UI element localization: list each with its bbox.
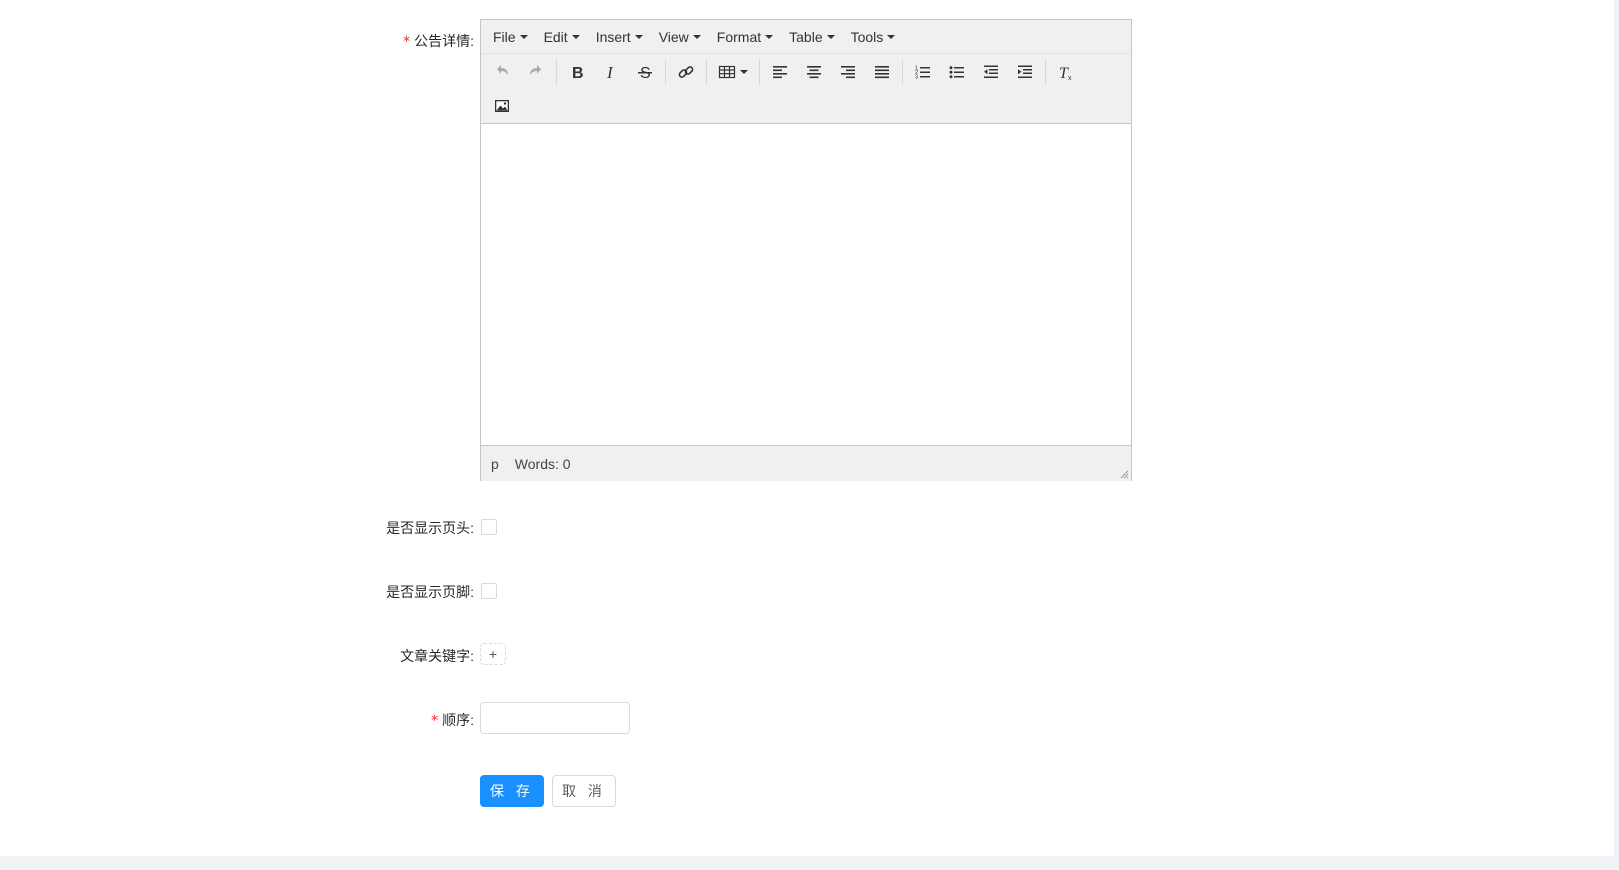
chevron-down-icon bbox=[571, 34, 580, 39]
element-path[interactable]: p bbox=[491, 456, 499, 472]
menu-file[interactable]: File bbox=[485, 20, 536, 53]
outdent-icon[interactable] bbox=[974, 57, 1008, 87]
page-right-gutter bbox=[1614, 0, 1619, 870]
editor-menubar: File Edit Insert View Format Table Tools bbox=[481, 20, 1131, 54]
bold-icon[interactable]: B bbox=[560, 57, 594, 87]
image-icon[interactable] bbox=[485, 91, 519, 121]
italic-icon[interactable]: I bbox=[594, 57, 628, 87]
svg-text:I: I bbox=[606, 63, 614, 81]
undo-icon[interactable] bbox=[485, 57, 519, 87]
menu-format[interactable]: Format bbox=[709, 20, 781, 53]
toolbar-separator bbox=[902, 59, 903, 85]
align-justify-icon[interactable] bbox=[865, 57, 899, 87]
svg-text:3: 3 bbox=[915, 75, 918, 81]
chevron-down-icon bbox=[826, 34, 835, 39]
menu-view[interactable]: View bbox=[651, 20, 709, 53]
show-footer-checkbox[interactable] bbox=[481, 583, 497, 599]
menu-table[interactable]: Table bbox=[781, 20, 842, 53]
plus-icon: + bbox=[488, 646, 498, 662]
toolbar-separator bbox=[556, 59, 557, 85]
bullet-list-icon[interactable] bbox=[940, 57, 974, 87]
order-field-label: * 顺序: bbox=[431, 712, 474, 729]
align-left-icon[interactable] bbox=[763, 57, 797, 87]
show-header-label: 是否显示页头: bbox=[386, 520, 474, 536]
align-right-icon[interactable] bbox=[831, 57, 865, 87]
required-mark: * bbox=[403, 34, 411, 50]
toolbar-separator bbox=[665, 59, 666, 85]
strikethrough-icon[interactable]: S bbox=[628, 57, 662, 87]
cancel-button[interactable]: 取 消 bbox=[552, 775, 616, 807]
page-footer-strip bbox=[0, 856, 1619, 870]
toolbar-separator bbox=[1045, 59, 1046, 85]
align-center-icon[interactable] bbox=[797, 57, 831, 87]
link-icon[interactable] bbox=[669, 57, 703, 87]
resize-handle-icon[interactable] bbox=[1119, 469, 1129, 479]
chevron-down-icon bbox=[740, 70, 748, 74]
show-header-checkbox[interactable] bbox=[481, 519, 497, 535]
show-footer-label: 是否显示页脚: bbox=[386, 584, 474, 600]
save-button[interactable]: 保 存 bbox=[480, 775, 544, 807]
redo-icon[interactable] bbox=[519, 57, 553, 87]
menu-tools[interactable]: Tools bbox=[843, 20, 904, 53]
detail-field-label: * 公告详情: bbox=[403, 33, 474, 50]
chevron-down-icon bbox=[692, 34, 701, 39]
editor-statusbar: p Words: 0 bbox=[481, 445, 1131, 481]
numbered-list-icon[interactable]: 123 bbox=[906, 57, 940, 87]
svg-text:x: x bbox=[1068, 75, 1072, 81]
editor-toolbar: B I S 1 2 3 T x bbox=[481, 54, 1131, 124]
chevron-down-icon bbox=[765, 34, 774, 39]
svg-text:B: B bbox=[572, 65, 584, 81]
chevron-down-icon bbox=[634, 34, 643, 39]
required-mark: * bbox=[431, 713, 439, 729]
editor-content-area[interactable] bbox=[481, 124, 1131, 445]
menu-insert[interactable]: Insert bbox=[588, 20, 651, 53]
chevron-down-icon bbox=[519, 34, 528, 39]
word-count: Words: 0 bbox=[514, 455, 571, 472]
toolbar-separator bbox=[706, 59, 707, 85]
indent-icon[interactable] bbox=[1008, 57, 1042, 87]
rich-text-editor: File Edit Insert View Format Table Tools… bbox=[480, 19, 1132, 481]
chevron-down-icon bbox=[887, 34, 896, 39]
order-input[interactable] bbox=[480, 702, 630, 734]
add-keyword-button[interactable]: + bbox=[480, 643, 506, 665]
clear-formatting-icon[interactable]: Tx bbox=[1049, 57, 1083, 87]
keywords-label: 文章关键字: bbox=[400, 648, 474, 664]
table-icon[interactable] bbox=[710, 57, 756, 87]
toolbar-separator bbox=[759, 59, 760, 85]
menu-edit[interactable]: Edit bbox=[536, 20, 588, 53]
